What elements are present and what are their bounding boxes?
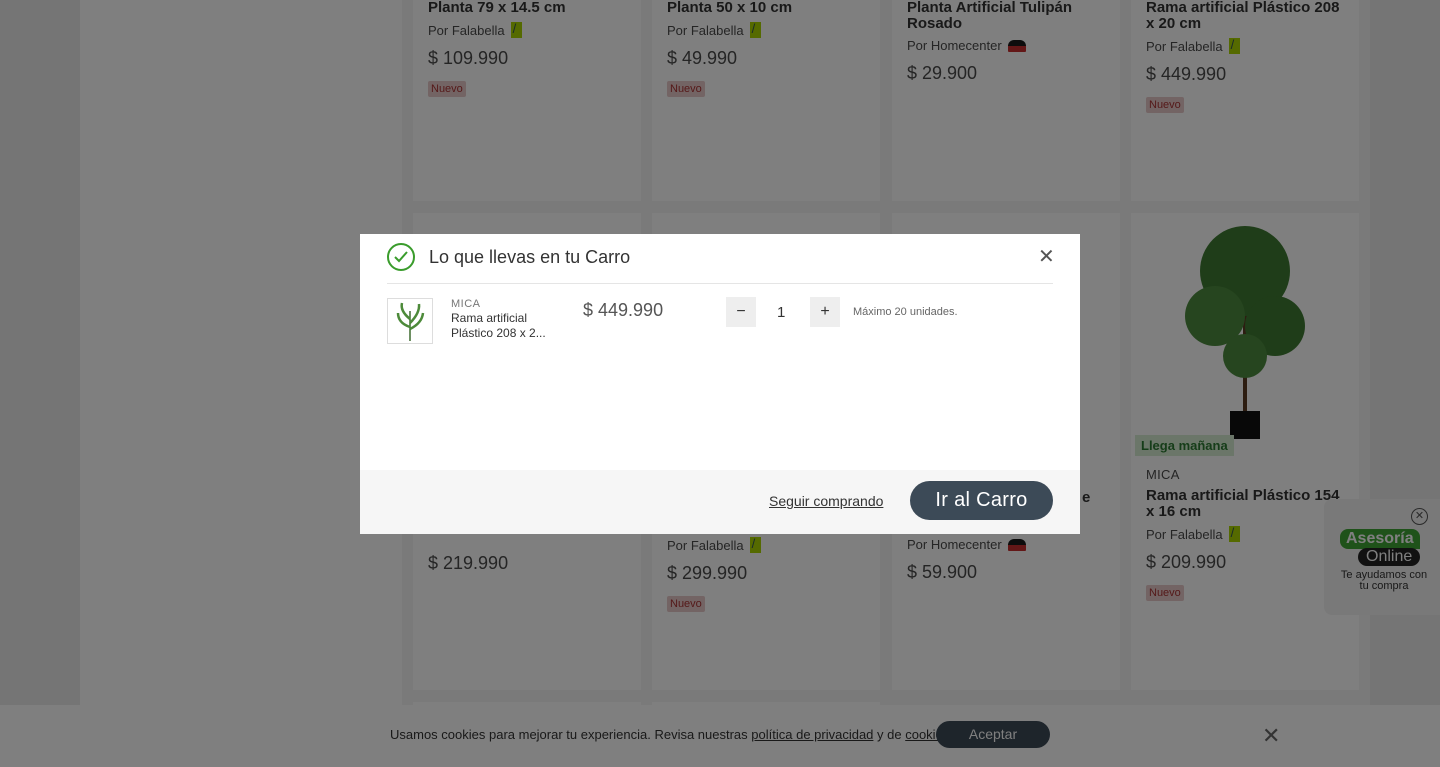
item-thumbnail [387,298,433,344]
modal-header: Lo que llevas en tu Carro ✕ [387,243,1055,284]
item-name: Rama artificial Plástico 208 x 2... [451,311,546,340]
modal-footer: Seguir comprando Ir al Carro [360,470,1080,534]
go-to-cart-button[interactable]: Ir al Carro [910,481,1053,520]
item-price: $ 449.990 [583,300,664,320]
quantity-value: 1 [777,304,786,321]
increase-quantity-button[interactable]: + [810,297,840,327]
close-icon[interactable]: ✕ [1038,247,1055,267]
cart-item: MICA Rama artificial Plástico 208 x 2...… [387,297,1053,347]
modal-title: Lo que llevas en tu Carro [429,247,631,267]
decrease-quantity-button[interactable]: − [726,297,756,327]
max-units-note: Máximo 20 unidades. [853,306,958,318]
cart-modal: Lo que llevas en tu Carro ✕ MICA Rama ar… [360,234,1080,534]
item-brand: MICA [451,298,481,310]
check-circle-icon [387,243,415,271]
continue-shopping-link[interactable]: Seguir comprando [769,493,883,509]
